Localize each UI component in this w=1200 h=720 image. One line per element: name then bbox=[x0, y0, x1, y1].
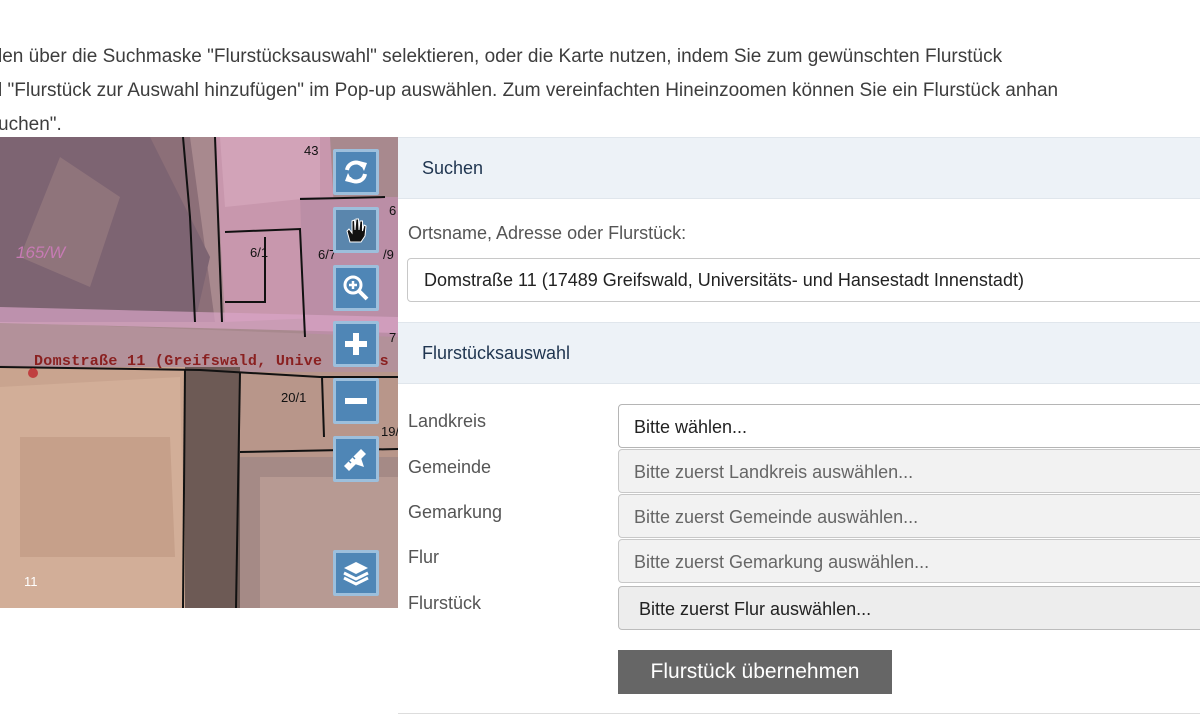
refresh-button[interactable] bbox=[333, 149, 379, 195]
map-view[interactable]: 165/W 43 6/1 6/7 /9 6 7 20/1 19/ 11 Doms… bbox=[0, 137, 398, 608]
measure-icon bbox=[344, 449, 366, 471]
parcel-label-6: 6 bbox=[389, 203, 397, 218]
flurstueck-select-value: Bitte zuerst Flur auswählen... bbox=[639, 599, 872, 619]
gemeinde-select-value: Bitte zuerst Landkreis auswählen... bbox=[634, 462, 914, 482]
search-section-title: Suchen bbox=[422, 158, 484, 178]
flurstueck-label: Flurstück bbox=[408, 593, 482, 613]
parcel-label-11: 11 bbox=[24, 574, 38, 589]
selection-section-header[interactable]: Flurstücksauswahl bbox=[398, 322, 1200, 384]
plus-icon bbox=[345, 333, 367, 355]
zoom-box-button[interactable] bbox=[333, 265, 379, 311]
intro-line-2: l "Flurstück zur Auswahl hinzufügen" im … bbox=[0, 80, 1059, 101]
landkreis-select[interactable]: Bitte wählen... bbox=[618, 404, 1200, 448]
search-input-value: Domstraße 11 (17489 Greifswald, Universi… bbox=[424, 270, 1024, 290]
landkreis-label: Landkreis bbox=[408, 411, 487, 431]
address-overlay-text: Domstraße 11 (Greifswald, Unive bbox=[34, 353, 323, 370]
parcel-label-165w: 165/W bbox=[16, 243, 66, 262]
search-section-header[interactable]: Suchen bbox=[398, 137, 1200, 199]
parcel-label-6-1: 6/1 bbox=[250, 245, 269, 260]
measure-button[interactable] bbox=[333, 436, 379, 482]
zoom-out-button[interactable] bbox=[333, 378, 379, 424]
layers-icon bbox=[343, 562, 369, 586]
flurstueck-select[interactable]: Bitte zuerst Flur auswählen... bbox=[618, 586, 1200, 630]
search-label: Ortsname, Adresse oder Flurstück: bbox=[408, 223, 687, 243]
flur-select[interactable]: Bitte zuerst Gemarkung auswählen... bbox=[618, 539, 1200, 583]
search-input[interactable]: Domstraße 11 (17489 Greifswald, Universi… bbox=[407, 258, 1200, 302]
parcel-label-7: 7 bbox=[389, 330, 397, 345]
intro-text: len über die Suchmaske "Flurstücksauswah… bbox=[0, 40, 1200, 142]
parcel-label-6-9: /9 bbox=[383, 247, 394, 262]
layers-button[interactable] bbox=[333, 550, 379, 596]
zoom-box-icon bbox=[343, 275, 369, 301]
parcel-label-20-1: 20/1 bbox=[281, 390, 307, 405]
flur-label: Flur bbox=[408, 547, 439, 567]
gemarkung-label: Gemarkung bbox=[408, 502, 503, 522]
panel-divider bbox=[398, 713, 1200, 714]
gemeinde-select[interactable]: Bitte zuerst Landkreis auswählen... bbox=[618, 449, 1200, 493]
gemeinde-label: Gemeinde bbox=[408, 457, 492, 477]
intro-line-1: len über die Suchmaske "Flurstücksauswah… bbox=[0, 46, 1003, 67]
apply-parcel-button[interactable]: Flurstück übernehmen bbox=[618, 650, 892, 694]
gemarkung-select-value: Bitte zuerst Gemeinde auswählen... bbox=[634, 507, 919, 527]
parcel-label-19: 19/ bbox=[381, 424, 398, 439]
search-panel: Suchen Ortsname, Adresse oder Flurstück:… bbox=[398, 137, 1200, 720]
gemarkung-select[interactable]: Bitte zuerst Gemeinde auswählen... bbox=[618, 494, 1200, 538]
selection-section-title: Flurstücksauswahl bbox=[422, 343, 571, 363]
minus-icon bbox=[345, 398, 367, 404]
parcel-label-43: 43 bbox=[304, 143, 319, 158]
pan-button[interactable] bbox=[333, 207, 379, 253]
refresh-icon bbox=[345, 160, 367, 184]
landkreis-select-value: Bitte wählen... bbox=[634, 417, 748, 437]
flur-select-value: Bitte zuerst Gemarkung auswählen... bbox=[634, 552, 930, 572]
zoom-in-button[interactable] bbox=[333, 321, 379, 367]
hand-icon bbox=[346, 218, 367, 243]
